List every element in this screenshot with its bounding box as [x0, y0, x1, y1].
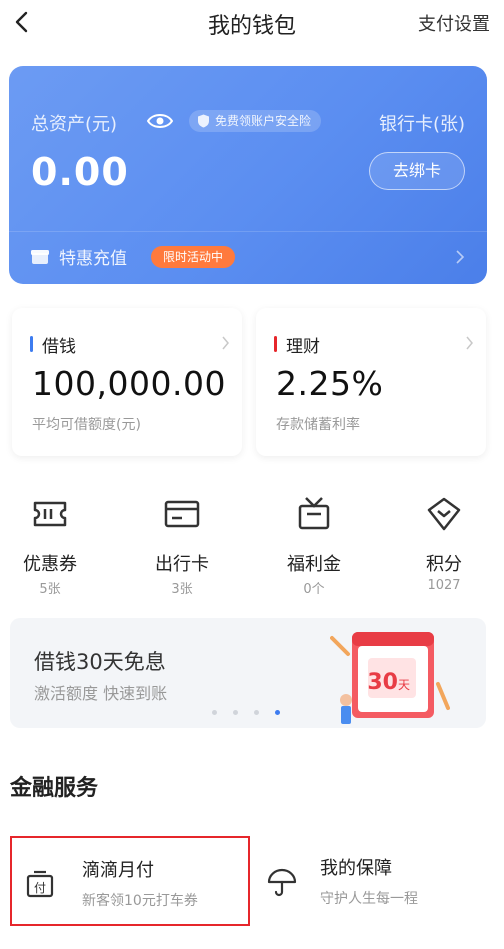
monthly-pay-icon: 付 — [26, 870, 54, 898]
umbrella-icon — [267, 868, 297, 897]
banner-title: 借钱30天免息 — [34, 650, 166, 674]
coupon-entry[interactable]: 优惠券 5张 — [0, 494, 100, 604]
carousel-dot — [254, 710, 260, 715]
total-assets-label: 总资产(元) — [31, 114, 118, 135]
loan-card[interactable]: 借钱 100,000.00 平均可借额度(元) — [12, 308, 242, 456]
my-insurance-item[interactable]: 我的保障 守护人生每一程 — [260, 836, 490, 926]
monthly-pay-subtitle: 新客领10元打车券 — [82, 893, 198, 909]
travel-card-icon — [164, 500, 200, 528]
svg-text:付: 付 — [34, 881, 46, 895]
carousel-dot-active — [275, 710, 281, 715]
loan-amount: 100,000.00 — [32, 364, 226, 403]
chevron-right-icon — [456, 250, 465, 264]
welfare-icon — [298, 497, 330, 530]
finance-services-title: 金融服务 — [10, 776, 99, 801]
card-divider — [9, 231, 487, 232]
loan-accent-bar — [30, 336, 33, 352]
points-count: 1027 — [427, 578, 461, 593]
travel-card-count: 3张 — [171, 582, 193, 597]
calendar-number: 30 — [367, 670, 398, 695]
shield-icon — [198, 114, 209, 128]
points-label: 积分 — [426, 554, 462, 575]
wealth-rate: 2.25% — [276, 364, 384, 403]
loan-title: 借钱 — [42, 337, 76, 357]
special-recharge-label: 特惠充值 — [59, 249, 127, 269]
insurance-title: 我的保障 — [320, 858, 392, 879]
promo-banner[interactable]: 借钱30天免息 激活额度 快速到账 30 天 — [10, 618, 486, 728]
gift-icon — [31, 250, 49, 264]
coupon-count: 5张 — [39, 582, 61, 597]
chevron-right-icon — [222, 336, 229, 350]
carousel-dot — [233, 710, 239, 715]
welfare-label: 福利金 — [287, 554, 341, 575]
points-icon — [427, 497, 461, 531]
travel-card-entry[interactable]: 出行卡 3张 — [132, 494, 232, 604]
insurance-subtitle: 守护人生每一程 — [320, 891, 418, 907]
top-nav-bar: 我的钱包 支付设置 — [0, 0, 504, 46]
welfare-count: 0个 — [303, 582, 325, 597]
didi-monthly-pay-item[interactable]: 付 滴滴月付 新客领10元打车券 — [10, 836, 250, 926]
insurance-badge[interactable]: 免费领账户安全险 — [189, 110, 322, 132]
promo-badge: 限时活动中 — [151, 246, 236, 268]
monthly-pay-title: 滴滴月付 — [82, 860, 154, 881]
special-recharge-row[interactable]: 特惠充值 限时活动中 — [31, 242, 465, 272]
total-assets-card[interactable]: 总资产(元) 免费领账户安全险 银行卡(张) 0.00 去绑卡 特惠充值 限时活… — [9, 66, 487, 284]
wealth-subtitle: 存款储蓄利率 — [276, 417, 360, 433]
calendar-unit: 天 — [397, 678, 410, 692]
coupon-icon — [33, 501, 67, 527]
insurance-badge-label: 免费领账户安全险 — [215, 114, 312, 128]
wealth-title: 理财 — [286, 337, 320, 357]
bind-card-button[interactable]: 去绑卡 — [369, 152, 465, 190]
bank-cards-label[interactable]: 银行卡(张) — [379, 110, 465, 136]
wealth-accent-bar — [274, 336, 277, 352]
total-assets-value: 0.00 — [31, 150, 129, 194]
carousel-dot — [212, 710, 217, 715]
coupon-label: 优惠券 — [23, 554, 77, 575]
banner-subtitle: 激活额度 快速到账 — [34, 684, 168, 703]
carousel-indicator — [212, 710, 291, 716]
points-entry[interactable]: 积分 1027 — [394, 494, 494, 604]
chevron-right-icon — [466, 336, 473, 350]
eye-icon[interactable] — [147, 112, 173, 130]
loan-subtitle: 平均可借额度(元) — [32, 417, 141, 433]
payment-settings-link[interactable]: 支付设置 — [418, 10, 490, 36]
wealth-card[interactable]: 理财 2.25% 存款储蓄利率 — [256, 308, 486, 456]
travel-card-label: 出行卡 — [155, 554, 209, 575]
welfare-entry[interactable]: 福利金 0个 — [264, 494, 364, 604]
